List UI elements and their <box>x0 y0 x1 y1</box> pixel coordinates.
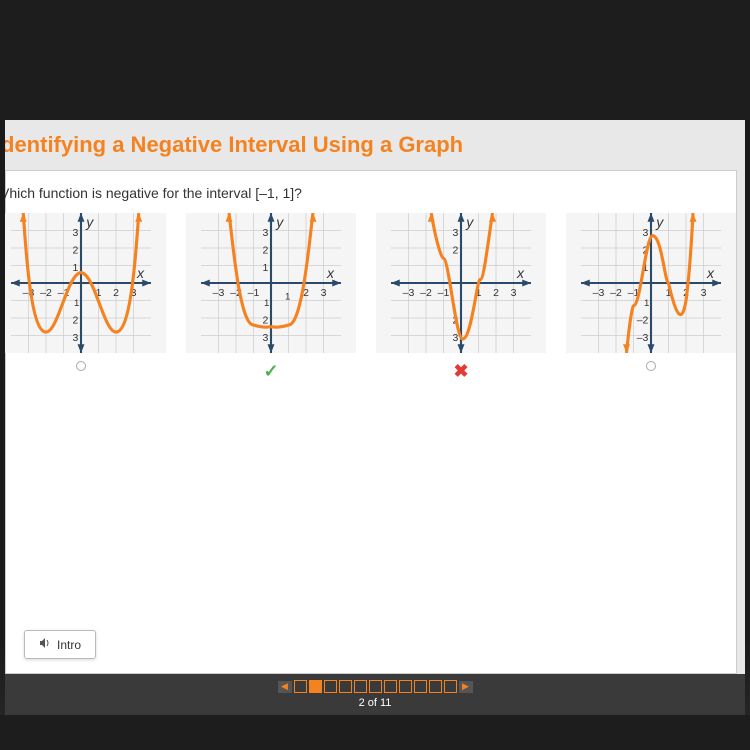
svg-text:y: y <box>655 214 664 230</box>
content-panel: Vhich function is negative for the inter… <box>5 170 737 674</box>
graph-a: y x 321 23 –3–2–1 123 1 <box>5 213 166 353</box>
svg-text:–3: –3 <box>637 332 649 344</box>
pager: ◀ ▶ <box>278 680 473 693</box>
svg-text:3: 3 <box>511 287 517 299</box>
svg-text:–3: –3 <box>213 287 225 299</box>
page-box-7[interactable] <box>384 680 397 693</box>
page-box-5[interactable] <box>354 680 367 693</box>
svg-text:–3: –3 <box>593 287 605 299</box>
svg-text:3: 3 <box>453 227 459 239</box>
radio-unselected-icon <box>646 361 656 371</box>
intro-label: Intro <box>57 638 81 652</box>
graph-c: y x 32 23 –3–2–1 123 <box>376 213 546 353</box>
svg-text:2: 2 <box>73 244 79 256</box>
svg-text:y: y <box>465 214 474 230</box>
svg-text:–2: –2 <box>40 287 52 299</box>
page-box-1[interactable] <box>294 680 307 693</box>
option-b[interactable]: y x 321 23 –3–2–1 23 1 1 <box>186 213 356 377</box>
svg-text:–3: –3 <box>403 287 415 299</box>
svg-text:3: 3 <box>321 287 327 299</box>
svg-text:1: 1 <box>73 262 79 274</box>
svg-text:2: 2 <box>263 314 269 326</box>
page-box-11[interactable] <box>444 680 457 693</box>
svg-text:1: 1 <box>74 298 79 309</box>
page-box-10[interactable] <box>429 680 442 693</box>
svg-text:2: 2 <box>453 244 459 256</box>
intro-button[interactable]: Intro <box>24 630 96 659</box>
svg-text:x: x <box>516 265 525 281</box>
svg-text:3: 3 <box>263 332 269 344</box>
svg-text:x: x <box>326 265 335 281</box>
svg-text:3: 3 <box>643 227 649 239</box>
page-box-3[interactable] <box>324 680 337 693</box>
question-text: Vhich function is negative for the inter… <box>5 181 736 213</box>
next-button[interactable]: ▶ <box>459 681 473 693</box>
checkmark-icon: ✓ <box>263 361 278 377</box>
svg-text:x: x <box>136 265 145 281</box>
footer-bar: ◀ ▶ 2 of 11 <box>5 674 745 715</box>
graph-b: y x 321 23 –3–2–1 23 1 1 <box>186 213 356 353</box>
prev-button[interactable]: ◀ <box>278 681 292 693</box>
svg-text:3: 3 <box>73 332 79 344</box>
page-box-4[interactable] <box>339 680 352 693</box>
page-title: dentifying a Negative Interval Using a G… <box>5 120 745 166</box>
svg-text:–2: –2 <box>637 314 649 326</box>
option-a[interactable]: y x 321 23 –3–2–1 123 1 <box>5 213 166 377</box>
page-box-9[interactable] <box>414 680 427 693</box>
svg-text:1: 1 <box>264 298 269 309</box>
svg-text:y: y <box>85 214 94 230</box>
page-box-2[interactable] <box>309 680 322 693</box>
option-d[interactable]: y x 321 –2–3 –3–2–1 123 1 <box>566 213 736 377</box>
cross-icon: ✖ <box>453 361 468 377</box>
option-c[interactable]: y x 32 23 –3–2–1 123 ✖ <box>376 213 546 377</box>
svg-text:2: 2 <box>263 244 269 256</box>
svg-text:x: x <box>706 265 715 281</box>
svg-text:–2: –2 <box>610 287 622 299</box>
graph-d: y x 321 –2–3 –3–2–1 123 1 <box>566 213 736 353</box>
svg-text:2: 2 <box>73 314 79 326</box>
svg-text:3: 3 <box>263 227 269 239</box>
svg-text:3: 3 <box>701 287 707 299</box>
svg-text:1: 1 <box>644 298 649 309</box>
svg-text:3: 3 <box>453 332 459 344</box>
svg-text:3: 3 <box>73 227 79 239</box>
svg-text:2: 2 <box>493 287 499 299</box>
svg-text:1: 1 <box>285 292 290 303</box>
pager-text: 2 of 11 <box>359 697 392 709</box>
svg-text:–1: –1 <box>438 287 450 299</box>
radio-unselected-icon <box>76 361 86 371</box>
svg-text:1: 1 <box>263 262 269 274</box>
page-box-8[interactable] <box>399 680 412 693</box>
svg-text:–2: –2 <box>420 287 432 299</box>
graph-options: y x 321 23 –3–2–1 123 1 <box>5 213 736 377</box>
svg-text:2: 2 <box>113 287 119 299</box>
audio-icon <box>39 637 51 652</box>
svg-text:y: y <box>275 214 284 230</box>
svg-text:–1: –1 <box>248 287 260 299</box>
page-box-6[interactable] <box>369 680 382 693</box>
